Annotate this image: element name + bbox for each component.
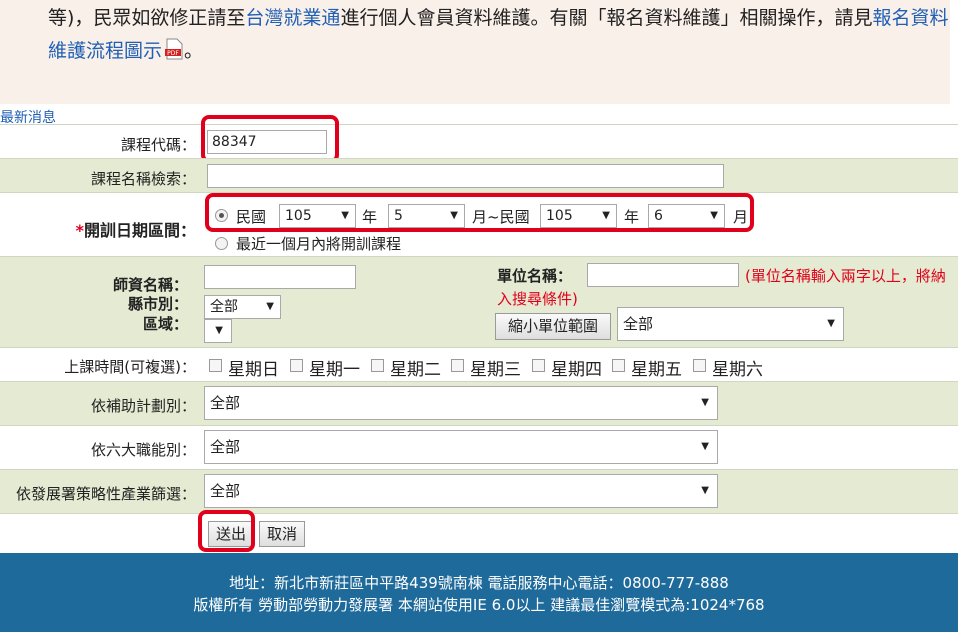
radio-recent-month[interactable] bbox=[215, 237, 228, 250]
day-label-friday: 星期五 bbox=[631, 360, 682, 380]
day-label-saturday: 星期六 bbox=[712, 360, 763, 380]
checkbox-monday[interactable] bbox=[290, 359, 303, 372]
date-range-label: *開訓日期區間： bbox=[76, 217, 196, 241]
chevron-down-icon: ▼ bbox=[701, 485, 709, 496]
function-row: 依六大職能別： 全部 ▼ bbox=[0, 425, 958, 470]
unit-select[interactable]: 全部 ▼ bbox=[617, 307, 844, 341]
course-code-highlight bbox=[201, 115, 339, 163]
footer: 地址：新北市新莊區中平路439號南棟 電話服務中心電話：0800-777-888… bbox=[0, 553, 958, 632]
unit-input[interactable] bbox=[587, 263, 739, 287]
city-select[interactable]: 全部 ▼ bbox=[204, 295, 281, 319]
unit-select-value: 全部 bbox=[623, 315, 654, 333]
unit-hint-1: (單位名稱輸入兩字以上，將納 bbox=[745, 267, 946, 285]
narrow-unit-button[interactable]: 縮小單位範圍 bbox=[495, 313, 611, 340]
date-range-label-text: 開訓日期區間： bbox=[83, 221, 196, 240]
city-value: 全部 bbox=[210, 299, 238, 315]
footer-copyright: 版權所有 勞動部勞動力發展署 本網站使用IE 6.0以上 建議最佳瀏覽模式為:1… bbox=[193, 596, 765, 614]
checkbox-thursday[interactable] bbox=[532, 359, 545, 372]
day-label-thursday: 星期四 bbox=[551, 360, 602, 380]
chevron-down-icon: ▼ bbox=[266, 301, 274, 312]
unit-label: 單位名稱： bbox=[497, 267, 573, 285]
footer-address: 地址：新北市新莊區中平路439號南棟 電話服務中心電話：0800-777-888 bbox=[229, 574, 729, 592]
teacher-input[interactable] bbox=[204, 265, 356, 289]
chevron-down-icon: ▼ bbox=[215, 325, 223, 336]
city-label: 縣市別： bbox=[127, 295, 188, 313]
taiwan-jobs-link[interactable]: 台灣就業通 bbox=[245, 7, 340, 29]
submit-highlight bbox=[198, 510, 255, 552]
date-range-highlight bbox=[205, 193, 754, 232]
buttons-row: 送出 取消 bbox=[0, 513, 958, 554]
function-select[interactable]: 全部 ▼ bbox=[204, 430, 718, 464]
notice-text: 等)，民眾如欲修正請至台灣就業通進行個人會員資料維護。有關「報名資料維護」相關操… bbox=[48, 2, 953, 68]
checkbox-saturday[interactable] bbox=[693, 359, 706, 372]
day-label-tuesday: 星期二 bbox=[390, 360, 441, 380]
required-mark: * bbox=[75, 221, 84, 240]
checkbox-sunday[interactable] bbox=[209, 359, 222, 372]
class-time-label: 上課時間(可複選)： bbox=[64, 358, 196, 376]
chevron-down-icon: ▼ bbox=[827, 318, 835, 329]
teacher-label: 師資名稱： bbox=[112, 276, 188, 294]
notice-text-3: 。 bbox=[184, 40, 204, 62]
function-value: 全部 bbox=[210, 438, 241, 456]
subsidy-select[interactable]: 全部 ▼ bbox=[204, 386, 718, 420]
cancel-button[interactable]: 取消 bbox=[259, 521, 305, 547]
unit-hint-2: 入搜尋條件) bbox=[497, 290, 578, 308]
recent-month-label: 最近一個月內將開訓課程 bbox=[236, 235, 402, 253]
notice-text-2: 進行個人會員資料維護。有關「報名資料維護」相關操作，請見 bbox=[340, 7, 873, 29]
notice-text-1: 等)，民眾如欲修正請至 bbox=[48, 7, 246, 29]
day-label-sunday: 星期日 bbox=[228, 360, 279, 380]
industry-value: 全部 bbox=[210, 482, 241, 500]
function-label: 依六大職能別： bbox=[90, 441, 196, 459]
course-code-label: 課程代碼： bbox=[120, 136, 196, 154]
chevron-down-icon: ▼ bbox=[701, 397, 709, 408]
pdf-icon[interactable]: PDF bbox=[164, 38, 184, 60]
checkbox-wednesday[interactable] bbox=[451, 359, 464, 372]
checkbox-friday[interactable] bbox=[612, 359, 625, 372]
day-label-wednesday: 星期三 bbox=[470, 360, 521, 380]
filters-row: 師資名稱： 縣市別： 全部 ▼ 區域： ▼ 單位名稱： (單位名稱輸入兩字以上，將… bbox=[0, 256, 958, 348]
svg-text:PDF: PDF bbox=[167, 50, 179, 57]
day-label-monday: 星期一 bbox=[309, 360, 360, 380]
course-name-input[interactable] bbox=[207, 164, 724, 188]
area-select[interactable]: ▼ bbox=[204, 319, 232, 343]
subsidy-label: 依補助計劃別： bbox=[90, 397, 196, 415]
class-time-row: 上課時間(可複選)： 星期日 星期一 星期二 星期三 星期四 星期五 星期六 bbox=[0, 347, 958, 382]
flowchart-link-part1[interactable]: 報名資料 bbox=[872, 7, 948, 29]
subsidy-value: 全部 bbox=[210, 394, 241, 412]
industry-label: 依發展署策略性產業篩選： bbox=[15, 485, 196, 503]
subsidy-row: 依補助計劃別： 全部 ▼ bbox=[0, 381, 958, 426]
checkbox-tuesday[interactable] bbox=[371, 359, 384, 372]
notice-panel: 等)，民眾如欲修正請至台灣就業通進行個人會員資料維護。有關「報名資料維護」相關操… bbox=[0, 0, 950, 104]
course-name-label: 課程名稱檢索： bbox=[90, 170, 196, 188]
industry-select[interactable]: 全部 ▼ bbox=[204, 474, 718, 508]
course-name-row: 課程名稱檢索： bbox=[0, 158, 958, 193]
flowchart-link-part2[interactable]: 維護流程圖示 bbox=[48, 40, 162, 62]
course-code-row: 課程代碼： 88347 bbox=[0, 124, 958, 159]
chevron-down-icon: ▼ bbox=[701, 441, 709, 452]
industry-row: 依發展署策略性產業篩選： 全部 ▼ bbox=[0, 469, 958, 514]
area-label: 區域： bbox=[142, 315, 188, 333]
